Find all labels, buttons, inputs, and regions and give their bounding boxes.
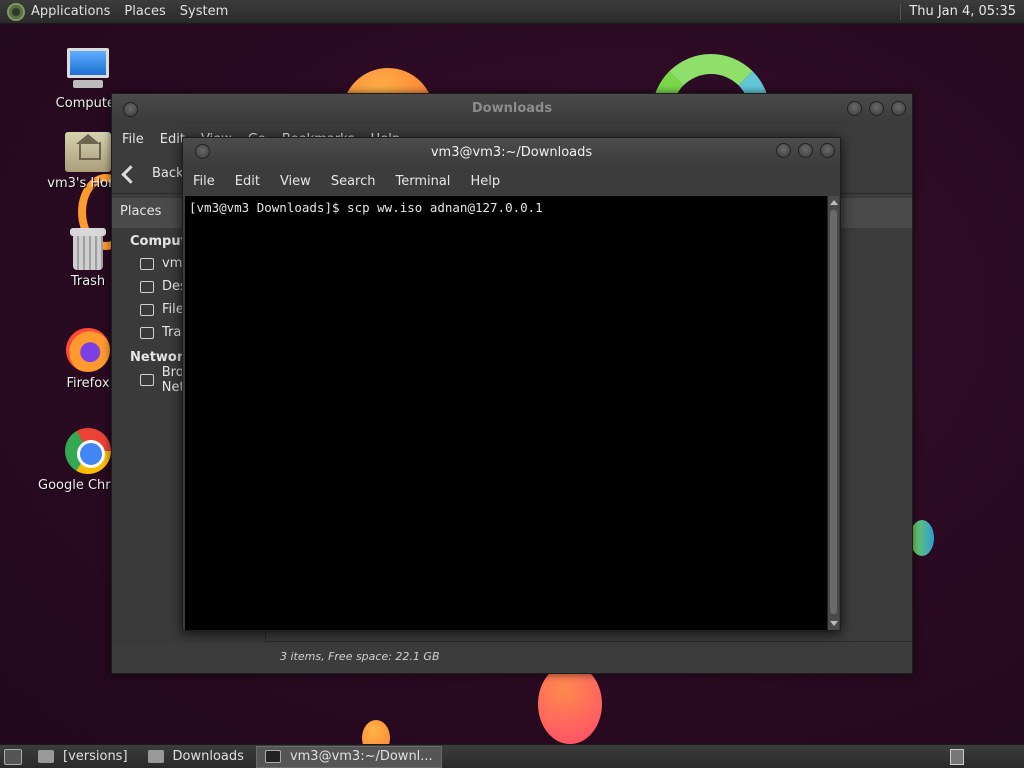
scroll-down-arrow-icon[interactable]	[830, 621, 838, 626]
task-label: [versions]	[63, 749, 128, 764]
term-menu-file[interactable]: File	[193, 174, 215, 189]
trash-icon	[140, 326, 154, 339]
back-arrow-icon[interactable]	[122, 164, 142, 184]
folder-icon	[38, 750, 54, 763]
term-menu-search[interactable]: Search	[331, 174, 376, 189]
folder-icon	[147, 750, 164, 763]
system-menu[interactable]: System	[180, 4, 228, 19]
wallpaper-teal-blob	[910, 520, 934, 556]
terminal-scrollbar[interactable]	[827, 196, 839, 630]
wallpaper-small-orange-blob	[362, 720, 390, 744]
bottom-panel: [versions] Downloads vm3@vm3:~/Downl...	[0, 744, 1024, 768]
firefox-icon	[66, 328, 110, 372]
clock[interactable]: Thu Jan 4, 05:35	[909, 4, 1016, 19]
home-folder-icon	[65, 132, 111, 172]
terminal-titlebar[interactable]: vm3@vm3:~/Downloads	[183, 138, 840, 166]
task-versions[interactable]: [versions]	[30, 746, 136, 768]
term-menu-view[interactable]: View	[280, 174, 311, 189]
maximize-button[interactable]	[798, 143, 813, 158]
back-button[interactable]: Back	[152, 166, 184, 181]
terminal-menubar: File Edit View Search Terminal Help	[183, 166, 840, 196]
network-icon	[140, 373, 154, 386]
drive-icon	[140, 303, 154, 316]
file-manager-title: Downloads	[471, 101, 553, 116]
terminal-title: vm3@vm3:~/Downloads	[430, 145, 593, 160]
file-manager-titlebar[interactable]: Downloads	[112, 94, 912, 124]
term-menu-terminal[interactable]: Terminal	[395, 174, 450, 189]
term-menu-help[interactable]: Help	[470, 174, 500, 189]
show-desktop-icon[interactable]	[4, 748, 22, 765]
close-button[interactable]	[820, 143, 835, 158]
computer-icon	[65, 46, 111, 92]
scroll-thumb[interactable]	[830, 210, 837, 614]
top-panel: Applications Places System Thu Jan 4, 05…	[0, 0, 1024, 24]
task-label: Downloads	[172, 749, 244, 764]
trash-icon	[70, 228, 106, 270]
task-terminal[interactable]: vm3@vm3:~/Downl...	[255, 745, 442, 768]
home-icon	[140, 257, 154, 270]
places-menu[interactable]: Places	[124, 4, 165, 19]
term-menu-edit[interactable]: Edit	[235, 174, 260, 189]
panel-separator	[900, 3, 902, 20]
terminal-output[interactable]: [vm3@vm3 Downloads]$ scp ww.iso adnan@12…	[185, 196, 828, 630]
fm-menu-file[interactable]: File	[122, 132, 144, 147]
terminal-command-line: [vm3@vm3 Downloads]$ scp ww.iso adnan@12…	[189, 200, 543, 215]
distro-logo-icon[interactable]	[7, 2, 25, 21]
maximize-button[interactable]	[869, 101, 884, 116]
wallpaper-coral-blob	[538, 664, 602, 744]
minimize-button[interactable]	[776, 143, 791, 158]
workspace-switcher[interactable]	[950, 748, 964, 765]
terminal-window[interactable]: vm3@vm3:~/Downloads File Edit View Searc…	[182, 137, 841, 631]
terminal-icon	[264, 750, 281, 763]
task-downloads[interactable]: Downloads	[140, 746, 252, 768]
minimize-button[interactable]	[847, 101, 862, 116]
desktop-icon	[140, 280, 154, 293]
applications-menu[interactable]: Applications	[31, 4, 110, 19]
scroll-up-arrow-icon[interactable]	[830, 200, 838, 205]
file-manager-statusbar: 3 items, Free space: 22.1 GB	[266, 641, 912, 673]
chrome-icon	[65, 428, 111, 474]
close-button[interactable]	[891, 101, 906, 116]
task-label: vm3@vm3:~/Downl...	[289, 749, 433, 764]
